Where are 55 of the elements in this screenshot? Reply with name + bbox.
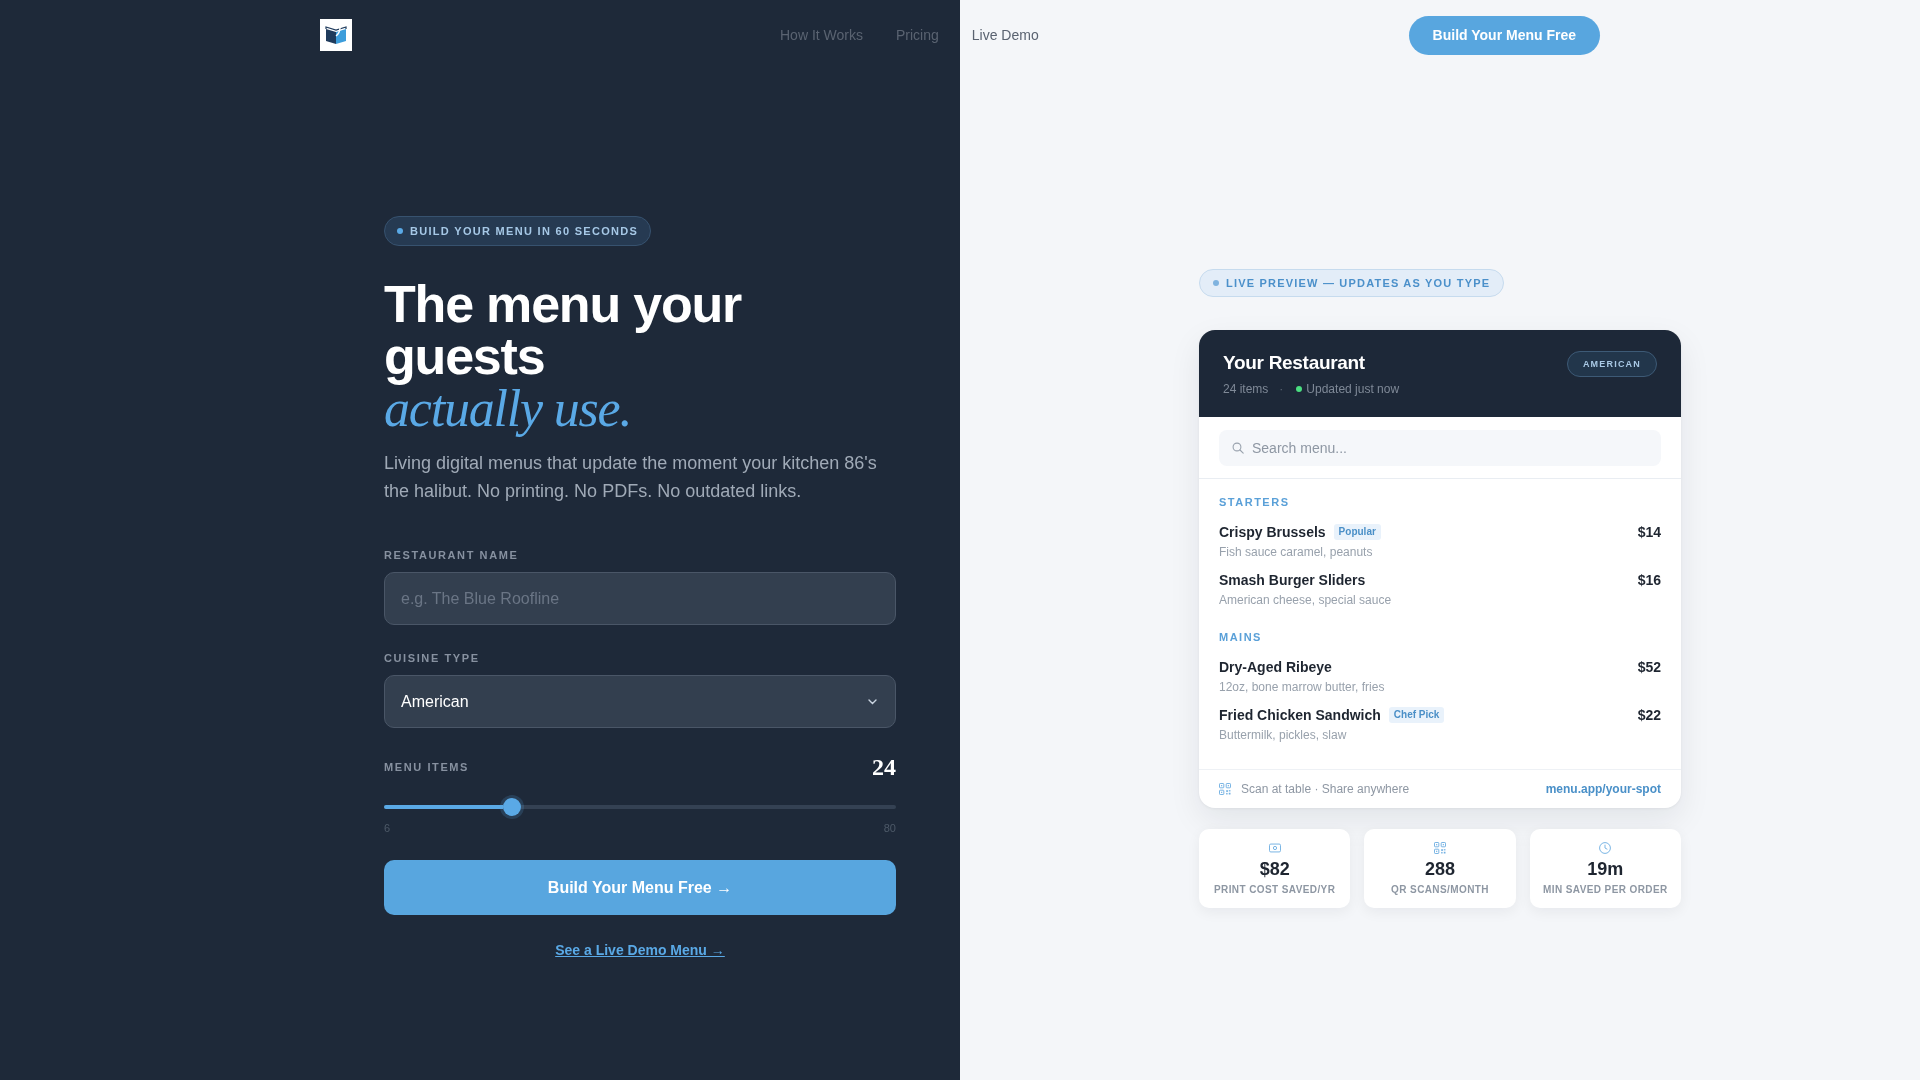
build-menu-button[interactable]: Build Your Menu Free [1408, 15, 1600, 55]
section-heading: STARTERS [1219, 494, 1290, 509]
stat-value: 19m [1587, 857, 1624, 880]
footer-note: Scan at table · Share anywhere [1241, 780, 1410, 797]
dot-icon [397, 227, 403, 234]
clock-icon [1599, 841, 1612, 854]
qr-code-icon [1219, 782, 1231, 795]
build-menu-button[interactable]: Build Your Menu Free → [384, 860, 896, 916]
item-description: American cheese, special sauce [1219, 591, 1392, 608]
search-icon [1232, 441, 1244, 454]
item-name: Smash Burger Sliders [1219, 570, 1366, 589]
nav-link[interactable]: Live Demo [971, 26, 1039, 44]
item-price: $14 [1637, 522, 1661, 541]
select-dropdown[interactable]: American [384, 675, 896, 729]
item-price: $22 [1637, 705, 1661, 724]
item-description: Buttermilk, pickles, slaw [1219, 726, 1347, 743]
slider-value: 24 [872, 753, 896, 782]
stat-label: MIN SAVED PER ORDER [1543, 882, 1668, 896]
status-dot-icon [1296, 385, 1303, 392]
tagline-text: BUILD YOUR MENU IN 60 SECONDS [410, 223, 639, 238]
cuisine-badge: AMERICAN [1566, 350, 1657, 377]
nav-link[interactable]: How It Works [780, 26, 863, 44]
item-tag: Chef Pick [1388, 706, 1445, 723]
item-description: 12oz, bone marrow butter, fries [1219, 678, 1385, 695]
headline: The menu your guests actually use. [384, 277, 743, 436]
demo-link[interactable]: See a Live Demo Menu → [555, 940, 725, 961]
banknote-icon [1268, 841, 1281, 854]
stat-label: PRINT COST SAVED/YR [1214, 882, 1336, 896]
item-tag: Popular [1333, 523, 1381, 540]
chevron-down-icon [868, 698, 877, 705]
update-status: Updated just now [1306, 380, 1400, 397]
item-name: Fried Chicken Sandwich [1219, 705, 1381, 724]
nav-link[interactable]: Pricing [896, 26, 939, 44]
stat-value: $82 [1259, 857, 1290, 880]
menu-link[interactable]: menu.app/your-spot [1545, 780, 1661, 797]
book-logo-icon[interactable] [320, 19, 352, 51]
meta-separator: · [1279, 380, 1284, 397]
dot-icon [1213, 279, 1219, 286]
item-name: Dry-Aged Ribeye [1219, 657, 1332, 676]
item-price: $16 [1637, 570, 1661, 589]
item-count: 24 items [1223, 380, 1269, 397]
stat-label: QR SCANS/MONTH [1391, 882, 1489, 896]
field-label: CUISINE TYPE [384, 651, 481, 667]
qr-code-icon [1434, 841, 1446, 854]
section-heading: MAINS [1219, 629, 1262, 644]
restaurant-title: Your Restaurant [1223, 350, 1366, 375]
item-price: $52 [1637, 657, 1661, 676]
subtitle: Living digital menus that update the moment your kitchen 86's the halibut. No printing. No PDFs. No outdated links. [384, 452, 878, 504]
field-label: MENU ITEMS [384, 760, 470, 776]
live-preview-text: LIVE PREVIEW — UPDATES AS YOU TYPE [1226, 275, 1491, 290]
item-description: Fish sauce caramel, peanuts [1219, 543, 1373, 560]
slider-thumb[interactable] [502, 798, 521, 817]
stat-value: 288 [1424, 857, 1455, 880]
item-name: Crispy Brussels [1219, 522, 1326, 541]
field-label: RESTAURANT NAME [384, 548, 520, 564]
